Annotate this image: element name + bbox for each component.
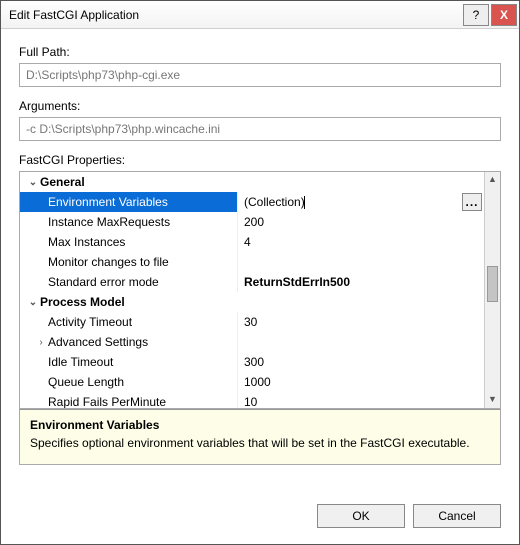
window-title: Edit FastCGI Application: [9, 8, 461, 22]
dialog-window: Edit FastCGI Application ? X Full Path: …: [0, 0, 520, 545]
vertical-scrollbar[interactable]: ▲ ▼: [484, 172, 500, 408]
property-name: Queue Length: [20, 372, 238, 392]
property-value[interactable]: 1000: [238, 372, 484, 392]
property-value[interactable]: [238, 252, 484, 272]
property-value[interactable]: 10: [238, 392, 484, 408]
property-name: Rapid Fails PerMinute: [20, 392, 238, 408]
property-grid[interactable]: ⌄GeneralEnvironment Variables(Collection…: [20, 172, 484, 408]
property-name: Activity Timeout: [20, 312, 238, 332]
button-bar: OK Cancel: [1, 490, 519, 544]
property-row[interactable]: Monitor changes to file: [20, 252, 484, 272]
property-name: Environment Variables: [20, 192, 238, 212]
property-value[interactable]: 200: [238, 212, 484, 232]
arguments-label: Arguments:: [19, 99, 501, 113]
property-value[interactable]: (Collection)...: [238, 192, 484, 212]
property-name: Monitor changes to file: [20, 252, 238, 272]
help-title: Environment Variables: [30, 418, 490, 432]
property-row[interactable]: Queue Length1000: [20, 372, 484, 392]
category-label: Process Model: [40, 295, 125, 309]
category-label: General: [40, 175, 85, 189]
property-name: Idle Timeout: [20, 352, 238, 372]
arguments-input[interactable]: [19, 117, 501, 141]
property-row[interactable]: Max Instances4: [20, 232, 484, 252]
scroll-track[interactable]: [485, 188, 500, 392]
property-row[interactable]: Idle Timeout300: [20, 352, 484, 372]
close-button[interactable]: X: [491, 4, 517, 26]
category-row[interactable]: ⌄Process Model: [20, 292, 484, 312]
property-name: Max Instances: [20, 232, 238, 252]
property-value[interactable]: 30: [238, 312, 484, 332]
property-row[interactable]: ›Advanced Settings: [20, 332, 484, 352]
help-button[interactable]: ?: [463, 4, 489, 26]
scroll-down-icon[interactable]: ▼: [488, 392, 497, 408]
help-pane: Environment Variables Specifies optional…: [19, 409, 501, 465]
scroll-up-icon[interactable]: ▲: [488, 172, 497, 188]
dialog-content: Full Path: Arguments: FastCGI Properties…: [1, 29, 519, 490]
property-value[interactable]: [238, 332, 484, 352]
help-icon: ?: [473, 8, 480, 22]
titlebar: Edit FastCGI Application ? X: [1, 1, 519, 29]
property-name: Standard error mode: [20, 272, 238, 292]
chevron-down-icon[interactable]: ⌄: [26, 177, 40, 188]
properties-label: FastCGI Properties:: [19, 153, 501, 167]
property-row[interactable]: Instance MaxRequests200: [20, 212, 484, 232]
property-row[interactable]: Rapid Fails PerMinute10: [20, 392, 484, 408]
property-value[interactable]: 300: [238, 352, 484, 372]
close-icon: X: [500, 8, 508, 22]
full-path-input[interactable]: [19, 63, 501, 87]
help-text: Specifies optional environment variables…: [30, 436, 490, 450]
full-path-label: Full Path:: [19, 45, 501, 59]
property-row[interactable]: Standard error modeReturnStdErrIn500: [20, 272, 484, 292]
property-row[interactable]: Activity Timeout30: [20, 312, 484, 332]
property-row[interactable]: Environment Variables(Collection)...: [20, 192, 484, 212]
property-value[interactable]: 4: [238, 232, 484, 252]
property-grid-container: ⌄GeneralEnvironment Variables(Collection…: [19, 171, 501, 409]
ellipsis-button[interactable]: ...: [462, 193, 482, 211]
chevron-down-icon[interactable]: ⌄: [26, 297, 40, 308]
chevron-right-icon[interactable]: ›: [34, 337, 48, 348]
property-name: Instance MaxRequests: [20, 212, 238, 232]
property-name: ›Advanced Settings: [20, 332, 238, 352]
property-value[interactable]: ReturnStdErrIn500: [238, 272, 484, 292]
ok-button[interactable]: OK: [317, 504, 405, 528]
category-row[interactable]: ⌄General: [20, 172, 484, 192]
scroll-thumb[interactable]: [487, 266, 498, 302]
cancel-button[interactable]: Cancel: [413, 504, 501, 528]
